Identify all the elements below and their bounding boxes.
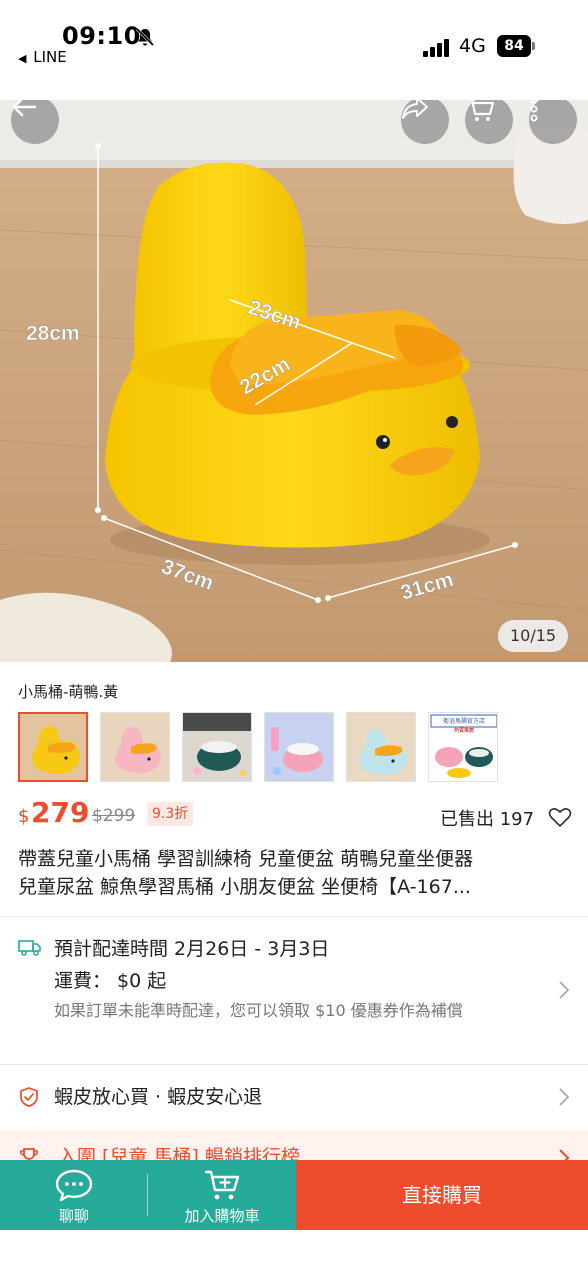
more-icon	[530, 100, 538, 122]
ranking-banner[interactable]: 入圍 [兒童 馬桶] 暢銷排行榜	[0, 1130, 588, 1160]
discount-badge: 9.3折	[147, 802, 194, 826]
truck-icon	[18, 940, 41, 956]
home-indicator-area	[0, 1230, 588, 1280]
variant-thumb-promo[interactable]: 衛浴馬桶官方店 熱賣推薦	[428, 712, 498, 782]
chat-icon	[55, 1169, 93, 1202]
shipping-fee: 運費： $0 起	[54, 970, 167, 992]
variant-thumb-yellow-duck[interactable]	[18, 712, 88, 782]
sold-count: 已售出 197	[440, 809, 535, 830]
cart-icon	[466, 100, 495, 121]
heart-icon[interactable]	[548, 806, 572, 828]
divider	[0, 1064, 588, 1065]
delivery-estimate: 預計配達時間 2月26日 - 3月3日	[54, 938, 330, 960]
guarantee-text: 蝦皮放心買 · 蝦皮安心退	[54, 1086, 263, 1108]
image-counter: 10/15	[498, 620, 569, 652]
bottom-action-bar: 聊聊 加入購物車 直接購買	[0, 1160, 588, 1230]
variant-thumb-pink-duck[interactable]	[100, 712, 170, 782]
chat-label: 聊聊	[58, 1207, 89, 1225]
bell-muted-icon	[135, 27, 155, 47]
variant-thumb-green-whale[interactable]	[182, 712, 252, 782]
chevron-right-icon	[559, 1088, 570, 1106]
price-currency: $	[18, 806, 30, 827]
battery-indicator: 84	[497, 35, 535, 57]
add-to-cart-button[interactable]: 加入購物車	[148, 1160, 296, 1230]
back-to-app-link[interactable]: ◀ LINE	[18, 48, 67, 66]
product-image-carousel[interactable]: 28cm 23cm 22cm 37cm 31cm	[0, 100, 588, 662]
battery-level: 84	[497, 35, 531, 57]
variant-thumb-blue-duck[interactable]	[346, 712, 416, 782]
chat-button[interactable]: 聊聊	[0, 1160, 148, 1230]
trophy-icon	[20, 1148, 38, 1160]
share-icon	[402, 100, 428, 119]
back-arrow-icon	[12, 100, 37, 117]
price-original: $299	[92, 806, 136, 826]
product-title: 帶蓋兒童小馬桶 學習訓練椅 兒童便盆 萌鴨兒童坐便器 兒童尿盆 鯨魚學習馬桶 小…	[18, 845, 574, 901]
status-bar: 09:10 ◀ LINE 4G 84	[0, 0, 588, 100]
promo-badge-line1: 衛浴馬桶官方店	[443, 717, 485, 725]
add-to-cart-label: 加入購物車	[184, 1207, 260, 1225]
signal-icon	[423, 39, 449, 57]
product-title-line2: 兒童尿盆 鯨魚學習馬桶 小朋友便盆 坐便椅【A-167...	[18, 876, 471, 898]
product-title-line1: 帶蓋兒童小馬桶 學習訓練椅 兒童便盆 萌鴨兒童坐便器	[18, 848, 474, 870]
product-photo: 28cm 23cm 22cm 37cm 31cm	[0, 100, 588, 662]
dimension-height-label: 28cm	[26, 322, 80, 345]
variant-title: 小馬桶-萌鴨.黃	[18, 683, 119, 701]
delivery-guarantee-note: 如果訂單未能準時配達，您可以領取 $10 優惠券作為補償	[54, 1001, 463, 1020]
add-to-cart-icon	[204, 1170, 240, 1200]
chevron-right-icon	[559, 1149, 570, 1160]
variant-thumb-pink-whale[interactable]	[264, 712, 334, 782]
price-current: 279	[31, 796, 90, 829]
back-app-label: LINE	[33, 48, 67, 66]
ranking-text: 入圍 [兒童 馬桶] 暢銷排行榜	[58, 1146, 300, 1160]
status-time: 09:10	[62, 22, 141, 50]
chevron-right-icon	[559, 981, 570, 999]
network-type: 4G	[459, 35, 486, 57]
promo-badge-line2: 熱賣推薦	[454, 727, 474, 734]
shield-check-icon	[20, 1087, 38, 1107]
buy-now-button[interactable]: 直接購買	[296, 1160, 588, 1230]
divider	[0, 916, 588, 917]
